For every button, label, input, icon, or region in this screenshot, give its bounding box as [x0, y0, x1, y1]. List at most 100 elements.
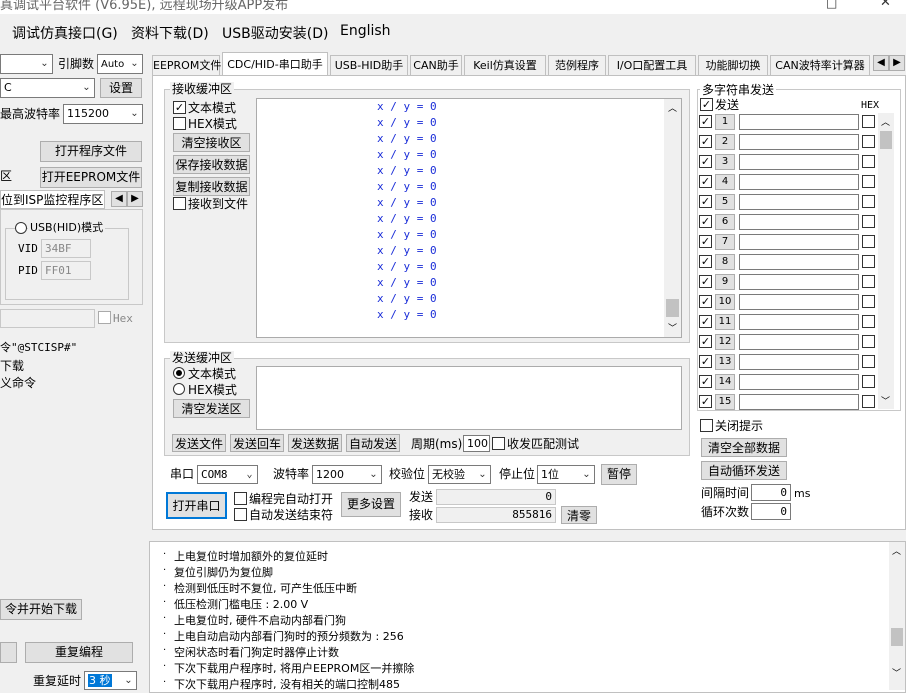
close-tip-checkbox[interactable] [700, 419, 713, 432]
usb-hid-radio[interactable] [15, 222, 27, 234]
isp-tab[interactable]: 位到ISP监控程序区 [0, 190, 105, 209]
multi-hex-checkbox[interactable] [862, 155, 875, 168]
multi-send-field[interactable] [739, 274, 859, 290]
multi-hex-checkbox[interactable] [862, 235, 875, 248]
multi-hex-checkbox[interactable] [862, 355, 875, 368]
multi-hex-checkbox[interactable] [862, 315, 875, 328]
pause-button[interactable]: 暂停 [601, 464, 637, 485]
multi-send-checkbox[interactable]: ✓ [699, 215, 712, 228]
auto-send-end-checkbox[interactable] [234, 508, 247, 521]
rx-hex-mode-checkbox[interactable] [173, 117, 186, 130]
port-combo[interactable]: C ⌄ [0, 78, 95, 98]
clear-send-button[interactable]: 清空发送区 [173, 399, 250, 418]
multi-hex-checkbox[interactable] [862, 275, 875, 288]
interval-field[interactable]: 0 [751, 484, 791, 501]
multi-hex-checkbox[interactable] [862, 255, 875, 268]
custom-cmd-field[interactable] [0, 309, 95, 328]
match-test-checkbox[interactable] [492, 437, 505, 450]
scroll-up-icon[interactable]: ︿ [892, 544, 901, 557]
left-blank-button[interactable] [0, 642, 17, 663]
multi-hex-checkbox[interactable] [862, 335, 875, 348]
rx-scroll-thumb[interactable] [666, 299, 679, 317]
multi-send-button[interactable]: 2 [715, 134, 735, 150]
open-program-button[interactable]: 打开程序文件 [40, 141, 142, 162]
receive-textarea[interactable]: ︿ ﹀ [256, 98, 682, 338]
rx-to-file-checkbox[interactable] [173, 197, 186, 210]
more-settings-button[interactable]: 更多设置 [341, 492, 401, 517]
scroll-up-icon[interactable]: ︿ [668, 101, 677, 114]
tabs-scroll-right-icon[interactable]: ▶ [889, 55, 905, 71]
close-icon[interactable]: ✕ [880, 0, 891, 10]
multi-send-button[interactable]: 9 [715, 274, 735, 290]
multi-send-checkbox[interactable]: ✓ [699, 395, 712, 408]
multi-send-button[interactable]: 5 [715, 194, 735, 210]
settings-button[interactable]: 设置 [100, 78, 142, 98]
multi-send-field[interactable] [739, 394, 859, 410]
pin-count-combo[interactable]: Auto ⌄ [97, 54, 143, 74]
reprogram-button[interactable]: 重复编程 [25, 642, 133, 663]
multi-send-field[interactable] [739, 354, 859, 370]
multi-send-checkbox[interactable]: ✓ [699, 315, 712, 328]
auto-loop-button[interactable]: 自动循环发送 [701, 461, 787, 480]
multi-send-field[interactable] [739, 374, 859, 390]
multi-send-field[interactable] [739, 154, 859, 170]
multi-scrollbar[interactable]: ︿ ﹀ [878, 113, 894, 409]
max-baud-combo[interactable]: 115200 ⌄ [63, 104, 143, 124]
multi-send-field[interactable] [739, 214, 859, 230]
scroll-down-icon[interactable]: ﹀ [668, 321, 677, 334]
tab-scroll-left-icon[interactable]: ◀ [111, 191, 127, 207]
rx-scrollbar[interactable]: ︿ ﹀ [664, 99, 681, 337]
period-field[interactable]: 100 [463, 435, 490, 452]
multi-send-button[interactable]: 4 [715, 174, 735, 190]
multi-send-checkbox[interactable]: ✓ [699, 175, 712, 188]
multi-send-checkbox[interactable]: ✓ [699, 355, 712, 368]
multi-send-checkbox[interactable]: ✓ [699, 255, 712, 268]
multi-send-button[interactable]: 1 [715, 114, 735, 130]
multi-send-field[interactable] [739, 234, 859, 250]
log-scrollbar[interactable]: ︿ ﹀ [889, 542, 905, 690]
pid-field[interactable]: FF01 [41, 261, 91, 280]
multi-send-button[interactable]: 6 [715, 214, 735, 230]
multi-send-button[interactable]: 14 [715, 374, 735, 390]
tab-cdc-hid[interactable]: CDC/HID-串口助手 [222, 52, 328, 76]
multi-send-button[interactable]: 8 [715, 254, 735, 270]
send-textarea[interactable] [256, 366, 682, 430]
open-eeprom-button[interactable]: 打开EEPROM文件 [40, 167, 142, 188]
multi-send-checkbox[interactable]: ✓ [699, 295, 712, 308]
tab-examples[interactable]: 范例程序 [548, 55, 606, 75]
log-scroll-thumb[interactable] [891, 628, 903, 646]
multi-send-button[interactable]: 12 [715, 334, 735, 350]
multi-hex-checkbox[interactable] [862, 115, 875, 128]
tab-pin-switch[interactable]: 功能脚切换 [698, 55, 768, 75]
tab-usb-hid[interactable]: USB-HID助手 [330, 55, 408, 75]
vid-field[interactable]: 34BF [41, 239, 91, 258]
send-return-button[interactable]: 发送回车 [230, 434, 284, 452]
multi-hex-checkbox[interactable] [862, 395, 875, 408]
multi-send-checkbox[interactable]: ✓ [699, 275, 712, 288]
tab-keil[interactable]: Keil仿真设置 [464, 55, 546, 75]
multi-send-button[interactable]: 15 [715, 394, 735, 410]
multi-send-checkbox[interactable]: ✓ [699, 195, 712, 208]
multi-scroll-thumb[interactable] [880, 131, 892, 149]
loop-count-field[interactable]: 0 [751, 503, 791, 520]
hex-checkbox[interactable] [98, 311, 111, 324]
tab-io-config[interactable]: I/O口配置工具 [608, 55, 696, 75]
multi-send-checkbox[interactable]: ✓ [699, 335, 712, 348]
multi-send-checkbox[interactable]: ✓ [699, 155, 712, 168]
save-receive-button[interactable]: 保存接收数据 [173, 155, 250, 174]
tab-eeprom[interactable]: EEPROM文件 [152, 55, 221, 75]
parity-combo[interactable]: 无校验 ⌄ [428, 465, 491, 484]
stop-bits-combo[interactable]: 1位 ⌄ [537, 465, 595, 484]
repeat-delay-combo[interactable]: 3 秒 ⌄ [84, 671, 137, 690]
multi-send-field[interactable] [739, 314, 859, 330]
multi-send-checkbox[interactable]: ✓ [699, 135, 712, 148]
scroll-down-icon[interactable]: ﹀ [892, 666, 901, 679]
multi-hex-checkbox[interactable] [862, 195, 875, 208]
multi-send-checkbox[interactable]: ✓ [699, 115, 712, 128]
menu-item-debug[interactable]: 调试仿真接口(G) [12, 23, 118, 43]
multi-send-field[interactable] [739, 194, 859, 210]
auto-open-checkbox[interactable] [234, 492, 247, 505]
menu-item-download[interactable]: 资料下载(D) [131, 23, 209, 43]
multi-send-checkbox[interactable]: ✓ [699, 375, 712, 388]
multi-hex-checkbox[interactable] [862, 175, 875, 188]
